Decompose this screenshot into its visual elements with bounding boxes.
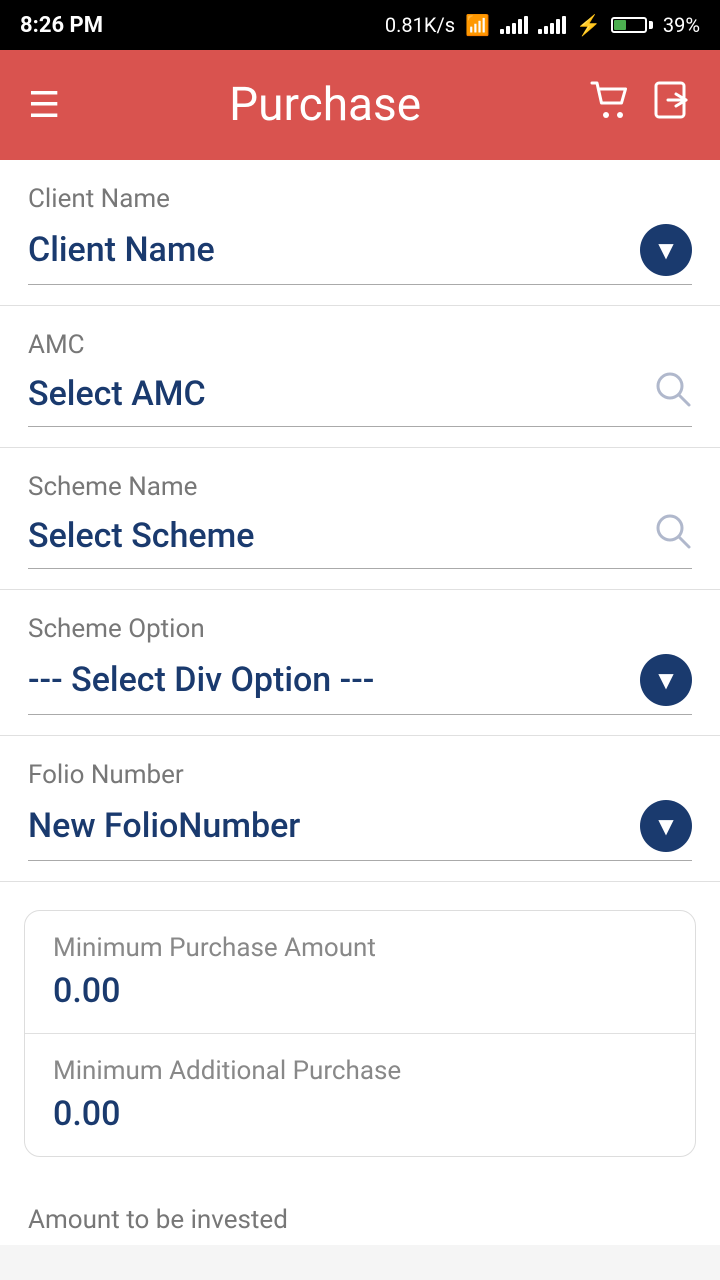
info-card: Minimum Purchase Amount 0.00 Minimum Add… — [24, 910, 696, 1157]
battery-icon — [611, 17, 653, 33]
chevron-down-icon: ▼ — [653, 665, 679, 696]
client-name-value: Client Name — [28, 230, 640, 270]
client-name-field: Client Name Client Name ▼ — [0, 160, 720, 306]
folio-number-label: Folio Number — [28, 760, 692, 790]
lightning-icon: ⚡ — [576, 13, 601, 37]
app-bar-actions — [590, 81, 692, 129]
form-content: Client Name Client Name ▼ AMC Select AMC… — [0, 160, 720, 1245]
client-name-dropdown-btn[interactable]: ▼ — [640, 224, 692, 276]
menu-icon[interactable]: ☰ — [28, 84, 60, 126]
client-name-label: Client Name — [28, 184, 692, 214]
amount-invested-label: Amount to be invested — [0, 1185, 720, 1245]
status-time: 8:26 PM — [20, 13, 103, 38]
app-title: Purchase — [60, 78, 590, 132]
folio-number-value: New FolioNumber — [28, 806, 640, 846]
scheme-option-row[interactable]: --- Select Div Option --- ▼ — [28, 654, 692, 715]
scheme-option-field: Scheme Option --- Select Div Option --- … — [0, 590, 720, 736]
scheme-name-label: Scheme Name — [28, 472, 692, 502]
min-purchase-value: 0.00 — [53, 971, 667, 1011]
folio-number-dropdown-btn[interactable]: ▼ — [640, 800, 692, 852]
min-additional-label: Minimum Additional Purchase — [53, 1056, 667, 1086]
network-speed: 0.81K/s — [385, 13, 455, 37]
app-bar: ☰ Purchase — [0, 50, 720, 160]
signal-icon-2 — [538, 16, 566, 34]
amc-field: AMC Select AMC — [0, 306, 720, 448]
scheme-name-row[interactable]: Select Scheme — [28, 512, 692, 569]
min-purchase-row: Minimum Purchase Amount 0.00 — [25, 911, 695, 1034]
folio-number-field: Folio Number New FolioNumber ▼ — [0, 736, 720, 882]
min-additional-value: 0.00 — [53, 1094, 667, 1134]
chevron-down-icon: ▼ — [653, 235, 679, 266]
amc-label: AMC — [28, 330, 692, 360]
signal-icon-1 — [500, 16, 528, 34]
wifi-icon: 📶 — [465, 13, 490, 37]
scheme-search-icon[interactable] — [654, 512, 692, 560]
amc-row[interactable]: Select AMC — [28, 370, 692, 427]
folio-number-row[interactable]: New FolioNumber ▼ — [28, 800, 692, 861]
status-right: 0.81K/s 📶 ⚡ 39% — [385, 13, 700, 37]
scheme-option-dropdown-btn[interactable]: ▼ — [640, 654, 692, 706]
scheme-option-value: --- Select Div Option --- — [28, 660, 640, 700]
amc-search-icon[interactable] — [654, 370, 692, 418]
min-purchase-label: Minimum Purchase Amount — [53, 933, 667, 963]
battery-percent: 39% — [663, 13, 700, 37]
status-bar: 8:26 PM 0.81K/s 📶 ⚡ 39% — [0, 0, 720, 50]
scheme-option-label: Scheme Option — [28, 614, 692, 644]
scheme-name-placeholder: Select Scheme — [28, 516, 654, 556]
min-additional-row: Minimum Additional Purchase 0.00 — [25, 1034, 695, 1156]
client-name-row[interactable]: Client Name ▼ — [28, 224, 692, 285]
amc-placeholder: Select AMC — [28, 374, 654, 414]
exit-icon[interactable] — [654, 81, 692, 129]
chevron-down-icon: ▼ — [653, 811, 679, 842]
scheme-name-field: Scheme Name Select Scheme — [0, 448, 720, 590]
cart-icon[interactable] — [590, 81, 630, 129]
